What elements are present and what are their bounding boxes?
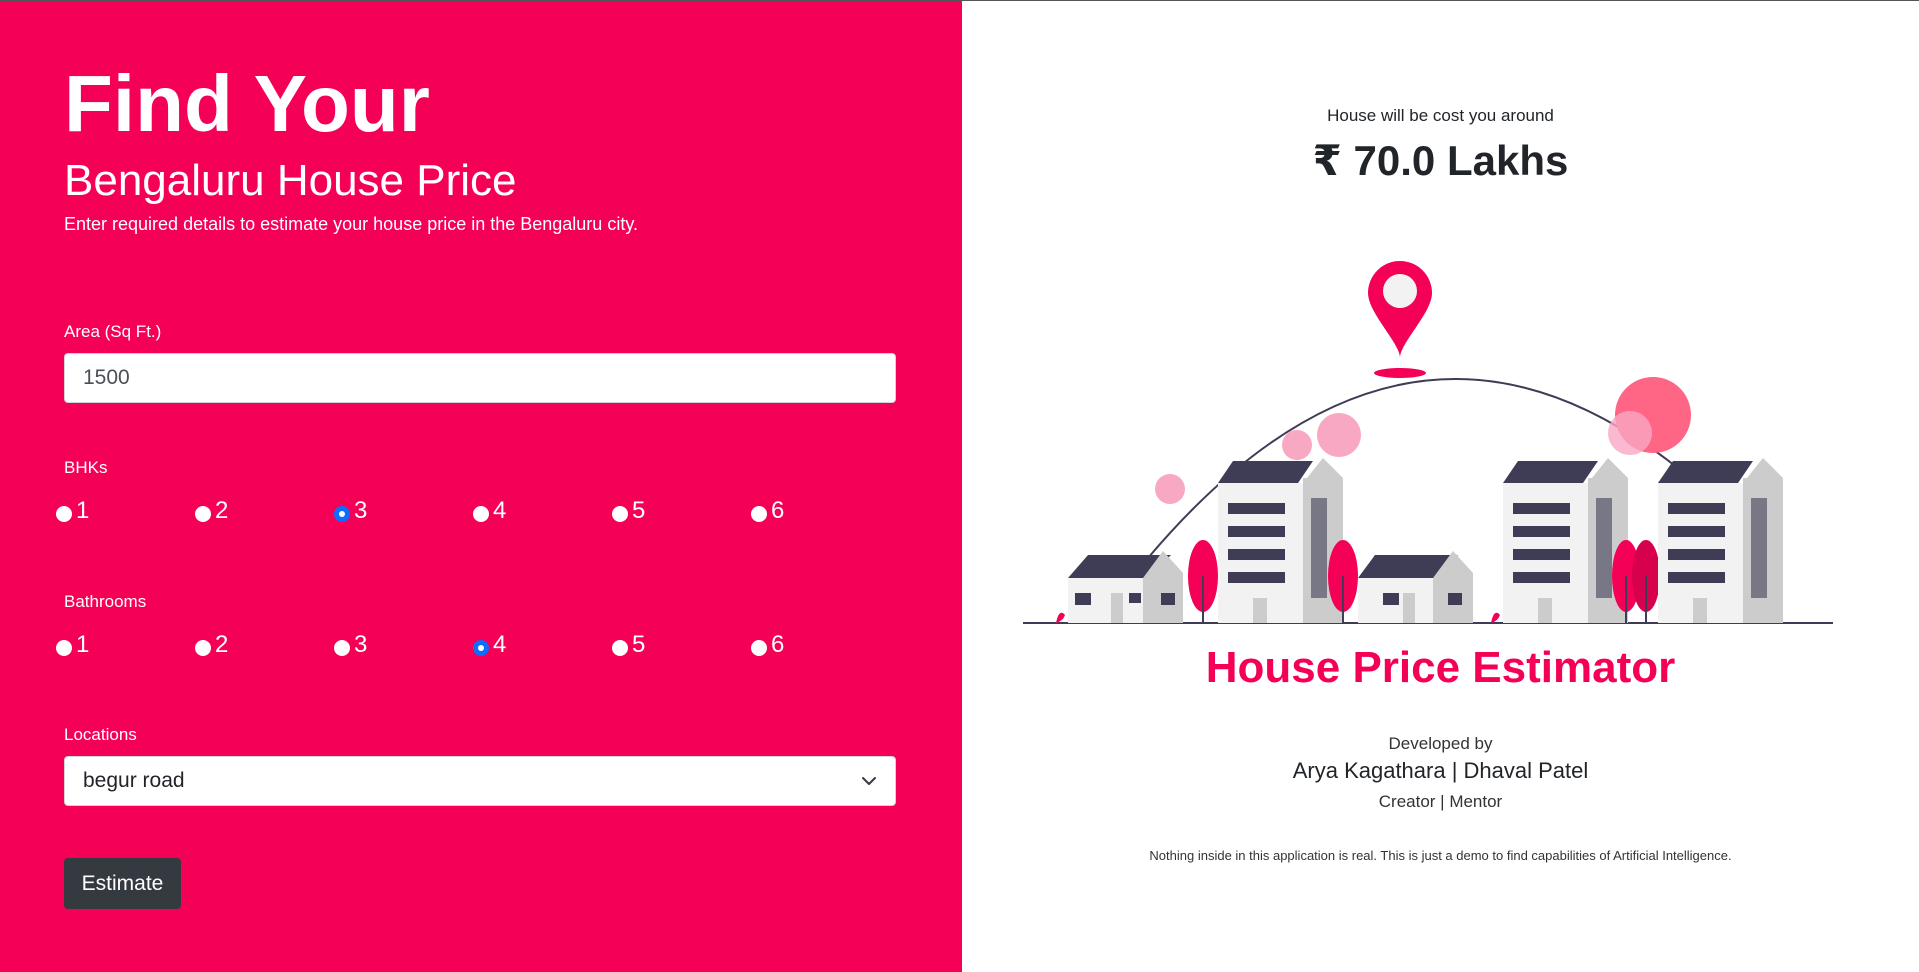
apartment-building xyxy=(1658,458,1783,623)
bhk-radio[interactable] xyxy=(195,506,211,522)
developer-names: Arya Kagathara | Dhaval Patel xyxy=(1292,758,1589,783)
tree xyxy=(1188,540,1218,623)
bathrooms-label: Bathrooms xyxy=(64,592,147,611)
decor-circle xyxy=(1282,430,1312,460)
bhk-radio-group: 1 2 3 4 5 6 xyxy=(56,495,936,527)
bathrooms-option-label: 1 xyxy=(76,631,90,658)
bathrooms-option[interactable]: 6 xyxy=(751,629,784,661)
house-building xyxy=(1068,551,1183,623)
bhk-radio[interactable] xyxy=(751,506,767,522)
bush xyxy=(1491,612,1500,623)
estimate-caption: House will be cost you around xyxy=(1327,106,1554,125)
area-input[interactable] xyxy=(64,353,896,403)
bhk-radio[interactable] xyxy=(56,506,72,522)
app-title: House Price Estimator xyxy=(1205,643,1676,692)
bush xyxy=(1056,612,1065,623)
decor-circle xyxy=(1317,413,1361,457)
bhk-radio[interactable] xyxy=(473,506,489,522)
bathrooms-radio[interactable] xyxy=(612,640,628,656)
bhk-radio[interactable] xyxy=(334,506,350,522)
tree xyxy=(1632,540,1660,623)
area-label: Area (Sq Ft.) xyxy=(64,322,162,341)
estimate-button[interactable]: Estimate xyxy=(64,858,181,909)
bathrooms-option[interactable]: 2 xyxy=(195,629,228,661)
locations-label: Locations xyxy=(64,725,137,744)
bhk-option[interactable]: 3 xyxy=(334,495,367,527)
bhk-option-label: 6 xyxy=(771,497,785,524)
bathrooms-option[interactable]: 1 xyxy=(56,629,89,661)
bathrooms-radio-group: 1 2 3 4 5 6 xyxy=(56,629,936,661)
bathrooms-option-label: 3 xyxy=(354,631,368,658)
bathrooms-option-label: 2 xyxy=(215,631,229,658)
bhk-label: BHKs xyxy=(64,458,108,477)
bathrooms-radio[interactable] xyxy=(56,640,72,656)
disclaimer: Nothing inside in this application is re… xyxy=(1149,848,1732,863)
bhk-option-label: 2 xyxy=(215,497,229,524)
bathrooms-radio[interactable] xyxy=(195,640,211,656)
developer-roles: Creator | Mentor xyxy=(1378,792,1503,811)
bathrooms-radio[interactable] xyxy=(751,640,767,656)
house-building xyxy=(1358,551,1473,623)
input-panel: Find Your Bengaluru House Price Enter re… xyxy=(0,1,962,972)
apartment-building xyxy=(1503,458,1628,623)
decor-circle xyxy=(1155,474,1185,504)
bhk-radio[interactable] xyxy=(612,506,628,522)
bhk-option-label: 3 xyxy=(354,497,368,524)
result-panel: House will be cost you around ₹ 70.0 Lak… xyxy=(962,1,1919,972)
map-pin-icon xyxy=(1368,261,1432,378)
page-title: Find Your xyxy=(64,59,430,148)
estimate-value: ₹ 70.0 Lakhs xyxy=(1312,137,1569,184)
page-subtitle: Bengaluru House Price xyxy=(64,156,517,205)
bathrooms-option[interactable]: 3 xyxy=(334,629,367,661)
bhk-option[interactable]: 5 xyxy=(612,495,645,527)
location-select[interactable]: begur road xyxy=(64,756,896,806)
city-illustration xyxy=(1023,261,1833,624)
bathrooms-radio[interactable] xyxy=(473,640,489,656)
location-selected-value: begur road xyxy=(83,769,185,792)
bhk-option[interactable]: 2 xyxy=(195,495,228,527)
bhk-option[interactable]: 6 xyxy=(751,495,784,527)
bathrooms-option[interactable]: 4 xyxy=(473,629,506,661)
developed-by-label: Developed by xyxy=(1388,734,1493,753)
bhk-option[interactable]: 4 xyxy=(473,495,506,527)
decor-circle xyxy=(1608,411,1652,455)
page-description: Enter required details to estimate your … xyxy=(64,214,638,234)
bathrooms-option-label: 4 xyxy=(493,631,507,658)
bathrooms-option[interactable]: 5 xyxy=(612,629,645,661)
apartment-building xyxy=(1218,458,1343,623)
bathrooms-radio[interactable] xyxy=(334,640,350,656)
bathrooms-option-label: 5 xyxy=(632,631,646,658)
bhk-option-label: 1 xyxy=(76,497,90,524)
bhk-option-label: 4 xyxy=(493,497,507,524)
bathrooms-option-label: 6 xyxy=(771,631,785,658)
bhk-option[interactable]: 1 xyxy=(56,495,89,527)
bhk-option-label: 5 xyxy=(632,497,646,524)
chevron-down-icon xyxy=(862,777,876,785)
